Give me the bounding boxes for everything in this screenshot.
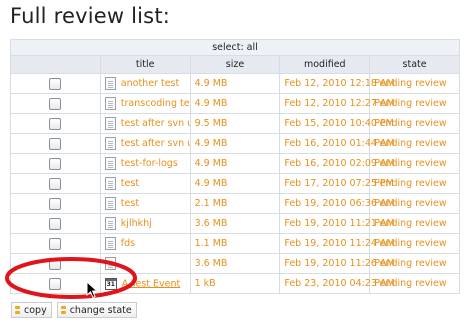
item-state: Pending review bbox=[369, 133, 460, 154]
item-state: Pending review bbox=[369, 93, 460, 114]
item-state: Pending review bbox=[369, 193, 460, 214]
column-header-modified[interactable]: modified bbox=[279, 55, 371, 74]
item-size: 4.9 MB bbox=[189, 93, 281, 114]
item-size: 3.6 MB bbox=[189, 253, 281, 274]
item-size: 9.5 MB bbox=[189, 113, 281, 134]
change-state-button[interactable]: change state bbox=[56, 302, 137, 318]
table-row: kjlhkhj 3.6 MB Feb 19, 2010 11:21 AM Pen… bbox=[10, 213, 460, 234]
item-modified: Feb 23, 2010 04:23 AM bbox=[279, 273, 395, 294]
item-size: 4.9 MB bbox=[189, 173, 281, 194]
document-icon bbox=[104, 217, 116, 230]
item-title-link[interactable]: another test bbox=[121, 78, 179, 89]
table-row: test 4.9 MB Feb 17, 2010 07:25 PM Pendin… bbox=[10, 173, 460, 194]
item-title-link[interactable]: test bbox=[121, 178, 139, 189]
page-title: Full review list: bbox=[10, 4, 171, 28]
item-modified: Feb 17, 2010 07:25 PM bbox=[279, 173, 394, 194]
item-title-link[interactable]: test-for-logs bbox=[121, 158, 178, 169]
item-size: 1.1 MB bbox=[189, 233, 281, 254]
row-checkbox[interactable] bbox=[49, 157, 62, 170]
item-title-link[interactable]: transcoding test bbox=[121, 98, 189, 109]
item-state: Pending review bbox=[369, 213, 460, 234]
row-checkbox[interactable] bbox=[49, 117, 62, 130]
copy-button[interactable]: copy bbox=[11, 302, 52, 318]
item-modified: Feb 19, 2010 11:21 AM bbox=[279, 213, 395, 234]
document-icon bbox=[104, 237, 116, 250]
column-header-checkbox bbox=[10, 55, 101, 74]
table-row: transcoding test 4.9 MB Feb 12, 2010 12:… bbox=[10, 93, 460, 114]
table-row: another test 4.9 MB Feb 12, 2010 12:18 A… bbox=[10, 73, 460, 94]
item-modified: Feb 19, 2010 06:36 AM bbox=[279, 193, 395, 214]
document-icon bbox=[104, 177, 116, 190]
select-all-link[interactable]: select: all bbox=[10, 39, 460, 56]
column-header-state[interactable]: state bbox=[369, 55, 460, 74]
document-icon bbox=[104, 197, 116, 210]
item-modified: Feb 15, 2010 10:40 PM bbox=[279, 113, 394, 134]
row-checkbox[interactable] bbox=[49, 137, 62, 150]
item-modified: Feb 16, 2010 02:09 AM bbox=[279, 153, 395, 174]
row-checkbox[interactable] bbox=[49, 177, 62, 190]
copy-label: copy bbox=[24, 304, 47, 316]
row-checkbox[interactable] bbox=[49, 97, 62, 110]
table-row: test-for-logs 4.9 MB Feb 16, 2010 02:09 … bbox=[10, 153, 460, 174]
item-title-link[interactable]: kjlhkhj bbox=[121, 218, 152, 229]
row-checkbox[interactable] bbox=[49, 77, 62, 90]
column-header-title[interactable]: title bbox=[99, 55, 191, 74]
change-state-label: change state bbox=[69, 304, 132, 316]
document-icon bbox=[104, 77, 116, 90]
select-row: select: all bbox=[10, 39, 460, 56]
row-checkbox[interactable] bbox=[49, 197, 62, 210]
item-title-link[interactable]: test after svn update on tues 16 feb bbox=[121, 118, 189, 129]
table-row: test 2.1 MB Feb 19, 2010 06:36 AM Pendin… bbox=[10, 193, 460, 214]
item-modified: Feb 16, 2010 01:44 AM bbox=[279, 133, 395, 154]
item-size: 4.9 MB bbox=[189, 133, 281, 154]
item-modified: Feb 12, 2010 12:27 AM bbox=[279, 93, 395, 114]
row-checkbox[interactable] bbox=[49, 217, 62, 230]
item-state: Pending review bbox=[369, 273, 460, 294]
row-checkbox[interactable] bbox=[49, 237, 62, 250]
document-icon bbox=[104, 137, 116, 150]
item-state: Pending review bbox=[369, 113, 460, 134]
document-icon bbox=[104, 157, 116, 170]
item-modified: Feb 19, 2010 11:24 AM bbox=[279, 233, 395, 254]
item-title-link[interactable]: test bbox=[121, 198, 139, 209]
item-state: Pending review bbox=[369, 253, 460, 274]
mouse-pointer-icon bbox=[86, 281, 99, 299]
change-state-icon bbox=[60, 305, 66, 315]
action-toolbar: copy change state bbox=[11, 302, 137, 318]
item-state: Pending review bbox=[369, 153, 460, 174]
item-state: Pending review bbox=[369, 173, 460, 194]
item-modified: Feb 12, 2010 12:18 AM bbox=[279, 73, 395, 94]
document-icon bbox=[104, 97, 116, 110]
item-modified: Feb 19, 2010 11:26 AM bbox=[279, 253, 395, 274]
item-size: 3.6 MB bbox=[189, 213, 281, 234]
item-size: 2.1 MB bbox=[189, 193, 281, 214]
column-header-size[interactable]: size bbox=[189, 55, 281, 74]
column-header-row: title size modified state bbox=[10, 55, 460, 74]
table-row: test after svn update 4.9 MB Feb 16, 201… bbox=[10, 133, 460, 154]
item-title-link[interactable]: test after svn update bbox=[121, 138, 189, 149]
copy-icon bbox=[15, 305, 20, 315]
document-icon bbox=[104, 117, 116, 130]
item-state: Pending review bbox=[369, 233, 460, 254]
item-size: 1 kB bbox=[189, 273, 281, 294]
table-row: fds 1.1 MB Feb 19, 2010 11:24 AM Pending… bbox=[10, 233, 460, 254]
highlight-circle bbox=[5, 257, 137, 299]
item-state: Pending review bbox=[369, 73, 460, 94]
table-row: test after svn update on tues 16 feb 9.5… bbox=[10, 113, 460, 134]
item-size: 4.9 MB bbox=[189, 73, 281, 94]
item-size: 4.9 MB bbox=[189, 153, 281, 174]
item-title-link[interactable]: fds bbox=[121, 238, 135, 249]
